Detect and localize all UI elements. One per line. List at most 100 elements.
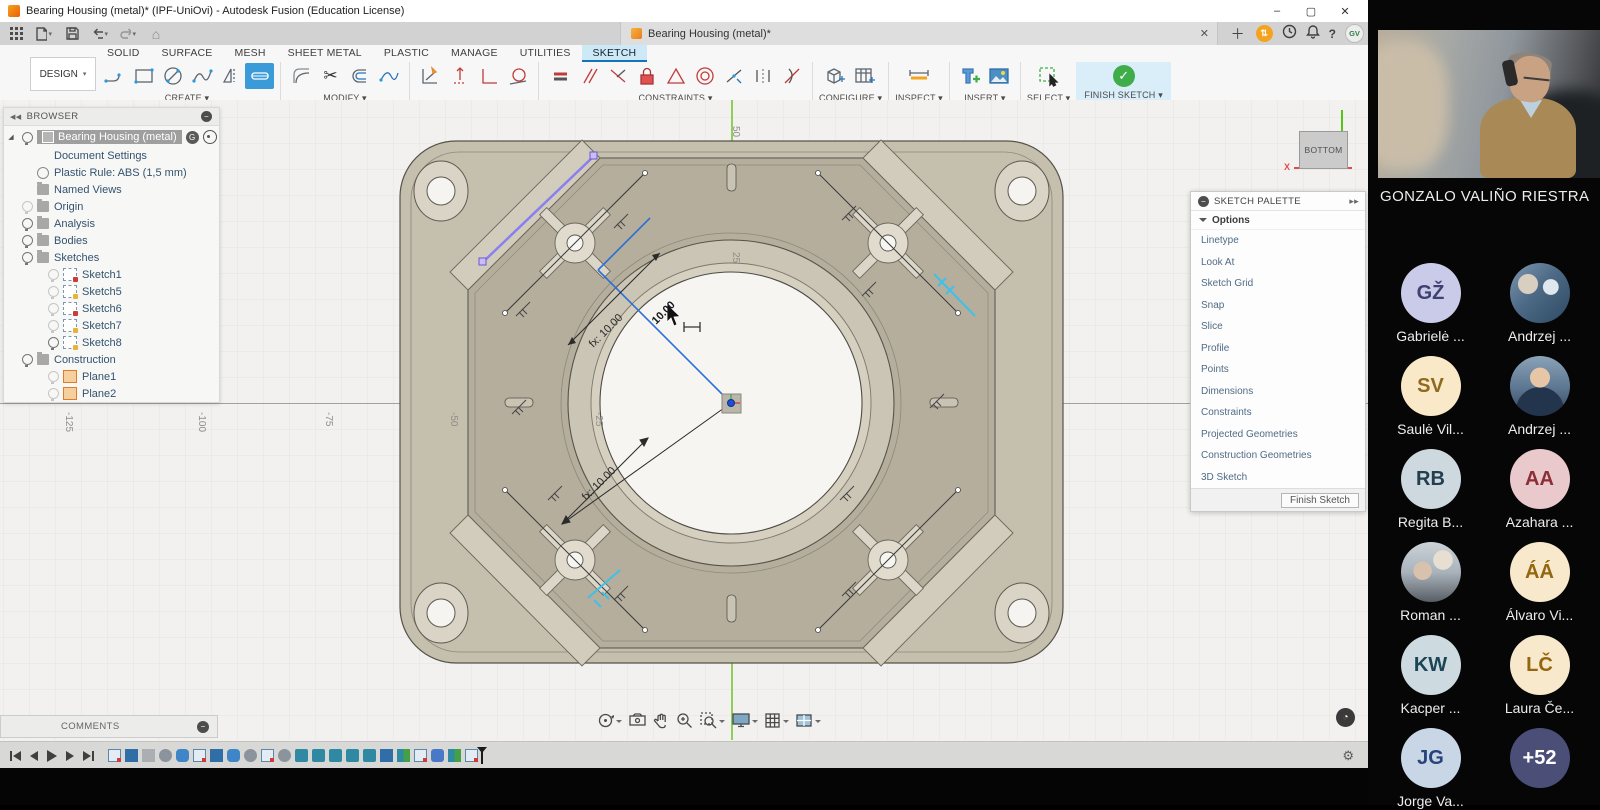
new-tab-icon[interactable]: ＋ [1229, 24, 1247, 44]
expander-icon[interactable]: ◢ [4, 133, 18, 141]
timeline-feature-icon[interactable] [312, 749, 325, 762]
timeline-feature-icon[interactable] [380, 749, 393, 762]
browser-options-icon[interactable]: − [201, 111, 212, 122]
grid-settings-icon[interactable] [765, 713, 789, 729]
maximize-button[interactable]: ▢ [1294, 0, 1328, 22]
timeline-feature-icon[interactable] [227, 749, 240, 762]
palette-options-icon[interactable]: − [1198, 196, 1209, 207]
zoom-window-icon[interactable] [700, 712, 725, 729]
palette-header[interactable]: − SKETCH PALETTE ▸▸ [1191, 192, 1365, 211]
timeline-feature-icon[interactable] [142, 749, 155, 762]
visibility-bulb-icon[interactable] [48, 303, 59, 314]
browser-tree-row[interactable]: Origin [4, 198, 219, 215]
redo-icon[interactable]: ▾ [120, 26, 136, 42]
display-settings-icon[interactable] [732, 713, 758, 728]
collapse-panel-icon[interactable]: ◀◀ [10, 113, 22, 121]
ribbon-tab[interactable]: SHEET METAL [277, 45, 373, 62]
timeline-feature-icon[interactable] [363, 749, 376, 762]
insert-image-icon[interactable] [985, 63, 1014, 89]
participant-tile[interactable]: Roman ... [1382, 542, 1479, 624]
document-tab[interactable]: Bearing Housing (metal)* ✕ [620, 22, 1218, 45]
visibility-bulb-icon[interactable] [22, 218, 33, 229]
participant-tile[interactable]: GŽ Gabrielė ... [1382, 263, 1479, 345]
timeline-settings-gear-icon[interactable]: ⚙ [1342, 748, 1354, 764]
visibility-bulb-icon[interactable] [22, 132, 33, 143]
timeline-feature-icon[interactable] [193, 749, 206, 762]
mirror-tool-icon[interactable] [216, 63, 245, 89]
feedback-bubble-icon[interactable]: ◔ [1336, 708, 1355, 727]
timeline-feature-icon[interactable] [431, 749, 444, 762]
ribbon-tab[interactable]: MESH [224, 45, 277, 62]
skip-to-start-icon[interactable] [10, 751, 21, 761]
browser-tree-row[interactable]: Plane1 [4, 368, 219, 385]
zoom-icon[interactable] [676, 712, 693, 729]
browser-tree-row[interactable]: Sketch8 [4, 334, 219, 351]
browser-tree-row[interactable]: Sketch5 [4, 283, 219, 300]
insert-fastener-icon[interactable] [956, 63, 985, 89]
palette-options-section[interactable]: Options [1191, 211, 1365, 230]
palette-dock-icon[interactable]: ▸▸ [1349, 196, 1359, 207]
step-forward-icon[interactable] [66, 751, 74, 761]
visibility-bulb-icon[interactable] [48, 286, 59, 297]
play-icon[interactable] [47, 750, 57, 762]
participant-tile[interactable]: RB Regita B... [1382, 449, 1479, 531]
browser-tree-row[interactable]: Named Views [4, 181, 219, 198]
lock-constraint-icon[interactable] [632, 63, 661, 89]
ribbon-tab[interactable]: SURFACE [151, 45, 224, 62]
participant-tile[interactable]: SV Saulė Vil... [1382, 356, 1479, 438]
browser-tree-row[interactable]: Bodies [4, 232, 219, 249]
view-cube[interactable]: BOTTOM [1299, 131, 1348, 169]
timeline-feature-icon[interactable] [278, 749, 291, 762]
save-icon[interactable] [64, 26, 80, 42]
concentric-constraint-icon[interactable] [690, 63, 719, 89]
app-grid-icon[interactable] [8, 26, 24, 42]
comments-bar[interactable]: COMMENTS − [0, 715, 218, 738]
timeline-feature-icon[interactable] [329, 749, 342, 762]
participant-tile[interactable]: ÁÁ Álvaro Vi... [1491, 542, 1588, 624]
curvature-constraint-icon[interactable] [777, 63, 806, 89]
ribbon-tab[interactable]: SKETCH [582, 45, 648, 62]
minimize-button[interactable]: – [1260, 0, 1294, 22]
measure-icon[interactable] [905, 63, 934, 89]
visibility-bulb-icon[interactable] [48, 337, 59, 348]
participant-tile[interactable]: KW Kacper ... [1382, 635, 1479, 717]
design-dropdown[interactable]: DESIGN▾ [30, 57, 96, 91]
ribbon-tab[interactable]: MANAGE [440, 45, 509, 62]
document-tab-close-icon[interactable]: ✕ [1200, 27, 1209, 40]
activate-component-icon[interactable] [203, 130, 217, 144]
history-clock-icon[interactable] [1282, 24, 1297, 44]
visibility-bulb-icon[interactable] [48, 320, 59, 331]
sketch-dimension-icon[interactable] [416, 63, 445, 89]
spline-tool-icon[interactable] [187, 63, 216, 89]
visibility-bulb-icon[interactable] [48, 388, 59, 399]
timeline-feature-icon[interactable] [210, 749, 223, 762]
timeline-feature-icon[interactable] [125, 749, 138, 762]
notifications-bell-icon[interactable] [1306, 24, 1320, 44]
equal-constraint-icon[interactable] [545, 63, 574, 89]
origin-marker[interactable] [722, 394, 741, 413]
browser-tree-row[interactable]: Construction [4, 351, 219, 368]
midpoint-constraint-icon[interactable] [719, 63, 748, 89]
perpendicular-icon[interactable] [474, 63, 503, 89]
browser-tree-row[interactable]: Sketches [4, 249, 219, 266]
timeline-feature-icon[interactable] [448, 749, 461, 762]
browser-header[interactable]: ◀◀ BROWSER − [4, 108, 219, 126]
line-tool-icon[interactable] [100, 63, 129, 89]
browser-tree-row[interactable]: Sketch7 [4, 317, 219, 334]
fillet-tool-icon[interactable] [287, 63, 316, 89]
visibility-bulb-icon[interactable] [22, 235, 33, 246]
home-icon[interactable]: ⌂ [148, 26, 164, 42]
timeline-feature-icon[interactable] [346, 749, 359, 762]
timeline-feature-icon[interactable] [414, 749, 427, 762]
pan-icon[interactable] [653, 713, 669, 729]
visibility-bulb-icon[interactable] [22, 354, 33, 365]
browser-tree-row[interactable]: Plane2 [4, 385, 219, 402]
configure-table-icon[interactable] [851, 63, 880, 89]
comments-options-icon[interactable]: − [197, 721, 209, 733]
participant-tile[interactable]: +52 [1491, 728, 1588, 810]
browser-tree-row[interactable]: Sketch1 [4, 266, 219, 283]
configure-box-icon[interactable] [822, 63, 851, 89]
parallel-constraint-icon[interactable] [574, 63, 603, 89]
select-tool-icon[interactable] [1034, 63, 1063, 89]
timeline-feature-icon[interactable] [244, 749, 257, 762]
